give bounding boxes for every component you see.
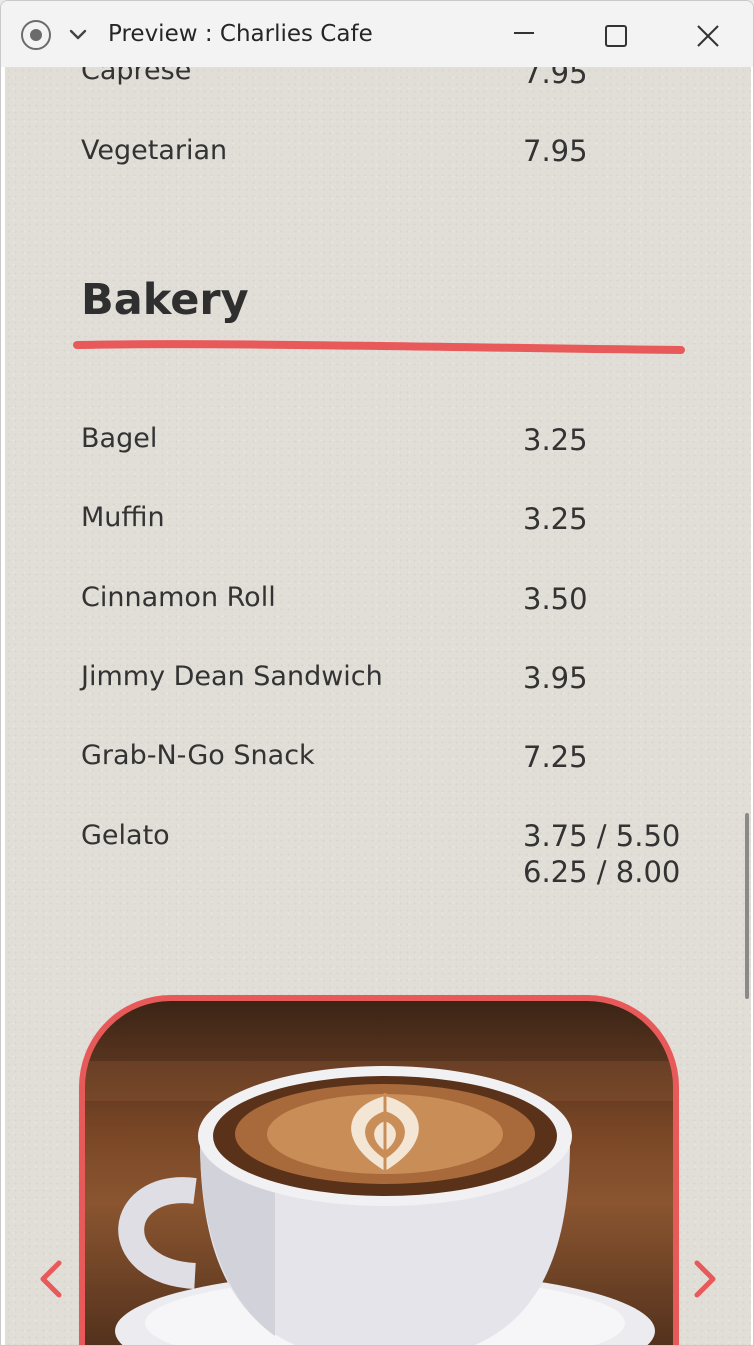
menu-item-name: Bagel [81,423,158,454]
chevron-right-icon[interactable] [691,1257,721,1301]
scrollbar[interactable] [745,813,749,999]
record-icon[interactable] [21,20,51,50]
menu-item-price: 3.95 [523,661,588,695]
close-icon[interactable] [691,19,725,53]
menu-item-price: 7.95 [523,134,588,168]
maximize-icon[interactable] [599,19,633,53]
menu-content: Caprese 7.95 Vegetarian 7.95 Bakery Bage… [5,67,751,1345]
menu-item-name: Cinnamon Roll [81,582,276,613]
title-bar: Preview : Charlies Cafe [1,1,753,67]
section-title: Bakery [81,275,249,325]
menu-item-name: Vegetarian [81,135,228,166]
menu-item-price: 7.25 [523,740,588,774]
minimize-icon[interactable] [507,19,541,53]
menu-item-price: 3.75 / 5.50 [523,819,681,853]
section-underline [73,340,685,354]
menu-item-price: 3.25 [523,423,588,457]
menu-item-price: 3.25 [523,502,588,536]
menu-item-name: Grab-N-Go Snack [81,740,315,771]
menu-item-name: Jimmy Dean Sandwich [81,661,383,692]
menu-item-price: 7.95 [523,67,588,90]
menu-item-price: 3.50 [523,582,588,616]
coffee-cup-image [85,1061,673,1345]
menu-item-name: Muffin [81,502,165,533]
preview-window: Preview : Charlies Cafe Caprese 7.95 Veg… [0,0,754,1346]
menu-item-price: 6.25 / 8.00 [523,855,681,889]
window-title: Preview : Charlies Cafe [108,21,373,47]
chevron-left-icon[interactable] [35,1257,65,1301]
menu-item-name: Caprese [81,67,192,86]
carousel-image [79,995,679,1345]
chevron-down-icon[interactable] [67,25,89,45]
menu-item-name: Gelato [81,820,170,851]
